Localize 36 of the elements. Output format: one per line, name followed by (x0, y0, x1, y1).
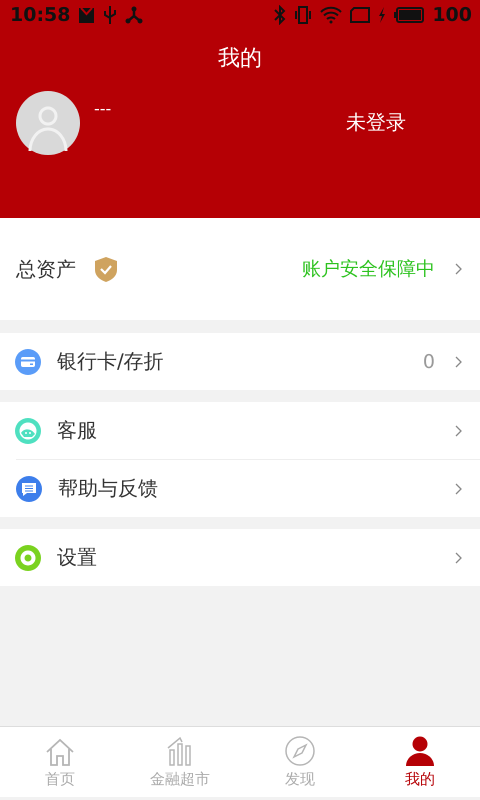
status-time: 10:58 (10, 4, 70, 26)
user-name: --- (94, 99, 112, 118)
menu-item[interactable]: 客服 (0, 402, 480, 459)
chevron-icon (455, 356, 462, 368)
charging-icon (378, 7, 386, 23)
share-icon (125, 6, 144, 24)
wifi-icon (320, 6, 342, 24)
compass-icon (285, 736, 315, 766)
chat-face-icon (15, 418, 41, 444)
bar-chart-icon (167, 736, 193, 766)
login-status-link[interactable]: 未登录 (346, 109, 406, 136)
mail-icon (78, 6, 96, 24)
card-icon (15, 348, 41, 374)
menu-item[interactable]: 帮助与反馈 (16, 459, 480, 517)
security-status: 账户安全保障中 (302, 257, 435, 282)
chevron-icon (455, 424, 462, 436)
page-title: 我的 (218, 45, 262, 73)
message-icon (16, 476, 42, 502)
sim-icon (350, 7, 370, 23)
menu-item[interactable]: 设置 (0, 529, 480, 586)
person-icon (406, 736, 434, 766)
usb-icon (103, 5, 118, 25)
bluetooth-icon (274, 5, 286, 25)
count-value: 0 (422, 350, 435, 372)
tab[interactable]: 我的 (360, 727, 480, 797)
battery-icon (394, 7, 424, 23)
chevron-icon (455, 263, 462, 275)
chevron-icon (455, 482, 462, 494)
battery-percentage: 100 (432, 4, 472, 26)
chevron-icon (455, 552, 462, 564)
shield-check-icon (94, 256, 118, 282)
total-assets-label: 总资产 (16, 256, 76, 282)
vibrate-icon (294, 5, 312, 25)
menu-item[interactable]: 银行卡/存折 0 (0, 333, 480, 390)
home-icon (45, 738, 75, 766)
avatar-icon (16, 91, 80, 155)
